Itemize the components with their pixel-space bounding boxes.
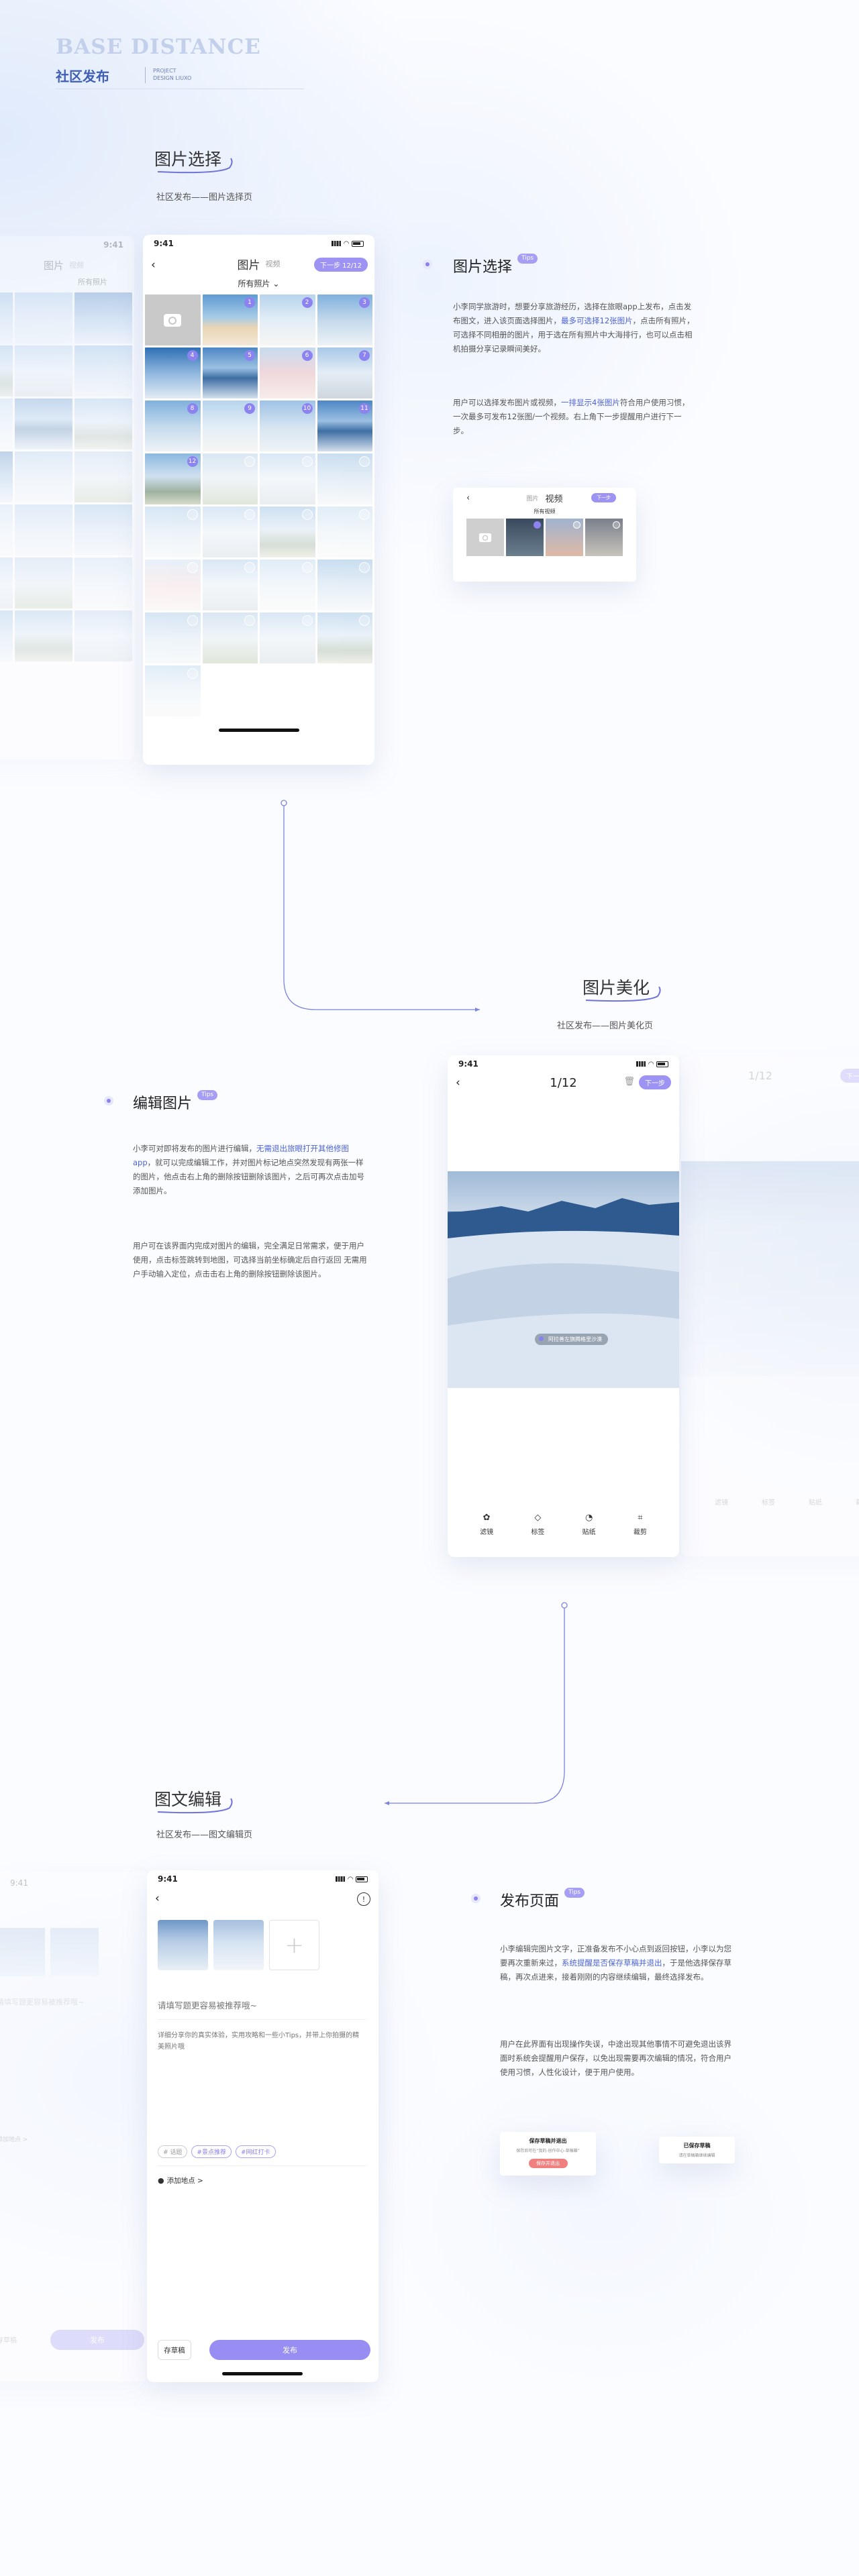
tag-icon: ◇ [534, 1512, 542, 1523]
title-underline [157, 1798, 233, 1814]
crop-tool[interactable]: ⌗ 裁剪 [634, 1511, 647, 1537]
signal-icon [636, 1061, 646, 1067]
block-title-publish: 发布页面 [500, 1893, 560, 1910]
ghost-phone-compose: 9:41 请填写题更容易被推荐哦~ 添加地点 > 存草稿 发布 [0, 1872, 148, 2381]
section-subtitle-compose: 社区发布——图文编辑页 [156, 1830, 253, 1840]
add-location[interactable]: ● 添加地点 > [158, 2176, 203, 2186]
edit-paragraph-2: 用户可在该界面内完成对图片的编辑，完全满足日常需求，便于用户使用，点击标签跳转到… [133, 1241, 367, 1279]
save-draft-button[interactable]: 存草稿 [158, 2340, 191, 2360]
back-icon[interactable]: ‹ [456, 1076, 460, 1089]
back-icon[interactable]: ‹ [155, 1892, 160, 1905]
filter-tool[interactable]: ✿ 滤镜 [480, 1511, 493, 1537]
edit-paragraph-1: 小李可对即将发布的图片进行编辑，无需退出旅眼打开其他修图app，就可以完成编辑工… [133, 1144, 364, 1195]
home-indicator [222, 2372, 303, 2375]
tag-tool[interactable]: ◇ 标签 [531, 1511, 544, 1537]
sticker-icon: ◔ [585, 1512, 593, 1523]
battery-icon [656, 1061, 668, 1067]
pin-dot-icon [539, 1336, 544, 1341]
filter-icon: ✿ [483, 1512, 491, 1523]
topic-tags: # 话题 #景点推荐 #网红打卡 [158, 2145, 276, 2158]
publish-paragraph-2: 用户在此界面有出现操作失误，中途出现其他事情不可避免退出该界面时系统会提醒用户保… [500, 2039, 731, 2077]
next-button[interactable]: 下一步 [639, 1075, 671, 1089]
bullet-dot [104, 1096, 113, 1106]
topic-tag[interactable]: #网红打卡 [235, 2145, 276, 2158]
selected-images: + [147, 1911, 378, 1970]
status-bar: 9:41 ◠ [147, 1870, 378, 1888]
status-bar: 9:41 ◠ [448, 1055, 679, 1073]
topic-tag[interactable]: # 话题 [158, 2145, 188, 2158]
edit-toolbar: ✿ 滤镜 ◇ 标签 ◔ 贴纸 ⌗ 裁剪 [448, 1511, 679, 1537]
edited-photo[interactable]: 阿拉善左旗腾格里沙漠 [448, 1171, 679, 1388]
save-draft-dialog: 保存草稿并退出 保存后可在“我的-创作中心-草稿箱” 保存并退出 [500, 2132, 596, 2176]
phone-compose: 9:41 ◠ ‹ ! + # 话题 #景点推荐 #网红打卡 ● 添加地点 > 存… [147, 1870, 378, 2382]
location-tag[interactable]: 阿拉善左旗腾格里沙漠 [535, 1334, 608, 1345]
section-subtitle-beautify: 社区发布——图片美化页 [557, 1021, 654, 1031]
location-pin-icon: ● [158, 2176, 164, 2185]
sticker-tool[interactable]: ◔ 贴纸 [583, 1511, 596, 1537]
publish-button[interactable]: 发布 [209, 2340, 370, 2360]
image-thumb[interactable] [213, 1920, 264, 1970]
info-icon[interactable]: ! [357, 1892, 370, 1906]
image-thumb[interactable] [158, 1920, 208, 1970]
image-counter: 1/12 [550, 1075, 577, 1090]
title-underline [585, 986, 661, 1002]
title-input[interactable] [158, 2000, 366, 2010]
save-and-exit-button[interactable]: 保存并退出 [528, 2159, 568, 2168]
wifi-icon: ◠ [648, 1060, 654, 1068]
mountain-silhouette [448, 1198, 679, 1388]
phone-image-editor: 9:41 ◠ ‹ 1/12 🗑 下一步 阿拉善左旗腾格里沙漠 ✿ 滤镜 ◇ 标签 ◔… [448, 1055, 679, 1557]
draft-saved-toast: 已保存草稿 请在草稿箱继续编辑 [659, 2137, 735, 2163]
publish-paragraph-1: 小李编辑完图片文字，正准备发布不小心点到返回按钮，小李以为您要再次重新来过，系统… [500, 1944, 731, 1982]
bullet-dot [471, 1894, 481, 1903]
block-title-edit: 编辑图片 [133, 1095, 193, 1112]
tips-badge: Tips [564, 1888, 585, 1898]
topic-tag[interactable]: #景点推荐 [191, 2145, 232, 2158]
wifi-icon: ◠ [348, 1875, 353, 1883]
add-image-button[interactable]: + [269, 1920, 319, 1970]
tips-badge: Tips [197, 1090, 218, 1100]
body-textarea[interactable] [158, 2030, 366, 2090]
ghost-phone-editor: 1/12 下一步 滤镜标签贴纸裁剪 [681, 1057, 859, 1556]
crop-icon: ⌗ [638, 1512, 643, 1523]
signal-icon [336, 1876, 346, 1882]
battery-icon [356, 1876, 368, 1882]
trash-icon[interactable]: 🗑 [623, 1077, 635, 1087]
